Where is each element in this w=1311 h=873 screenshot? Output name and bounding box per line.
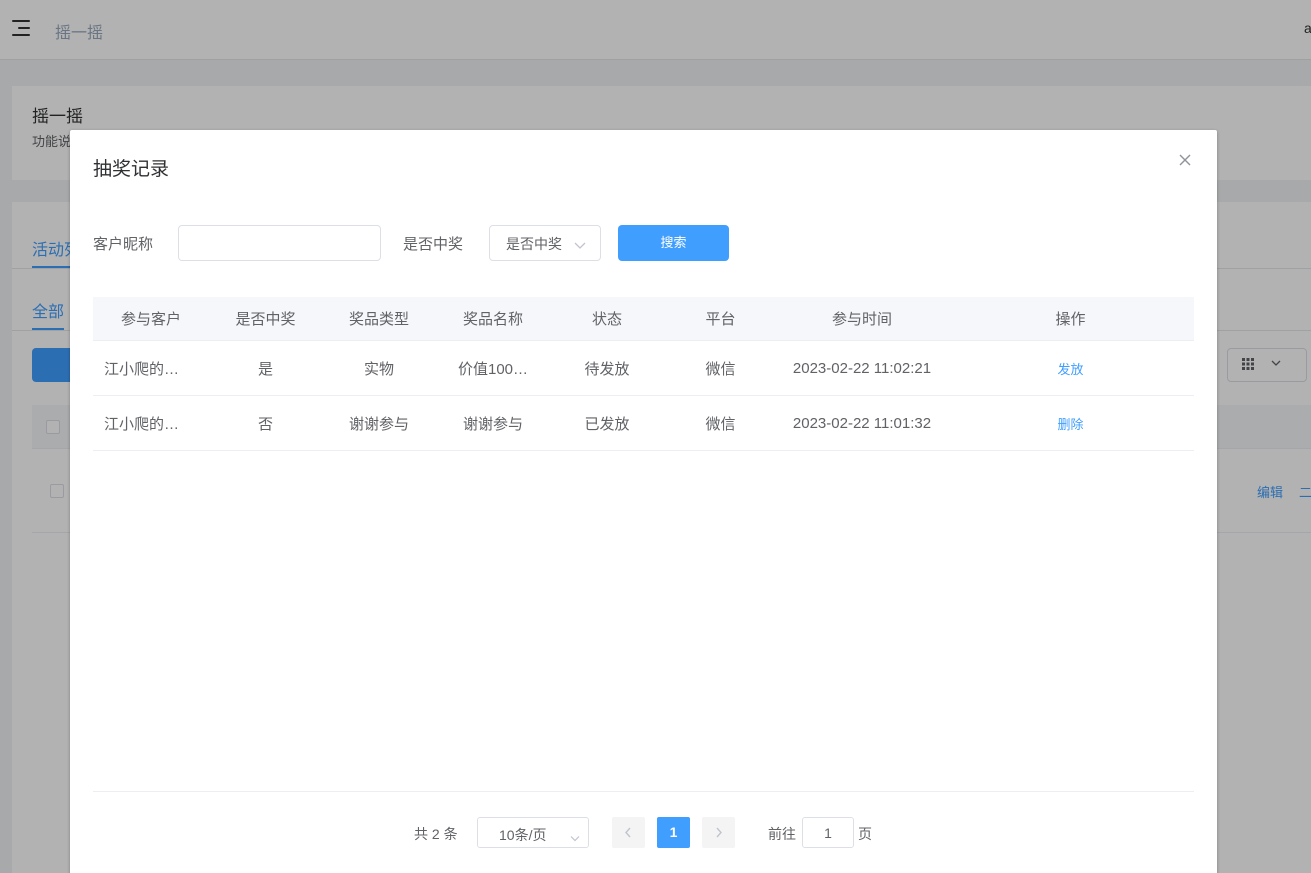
cell-platform: 微信 xyxy=(705,360,736,378)
records-table: 参与客户 是否中奖 奖品类型 奖品名称 状态 平台 参与时间 操作 江小爬的… … xyxy=(93,297,1194,451)
page-number-current[interactable]: 1 xyxy=(657,817,690,848)
table-row: 江小爬的… 是 实物 价值100… 待发放 微信 2023-02-22 11:0… xyxy=(93,341,1194,396)
cell-customer: 江小爬的… xyxy=(104,360,180,378)
cell-action: 删除 xyxy=(947,396,1194,450)
page-size-select[interactable]: 10条/页 xyxy=(477,817,589,848)
header-customer: 参与客户 xyxy=(120,311,181,328)
cell-time: 2023-02-22 11:01:32 xyxy=(792,414,932,432)
goto-page-input[interactable] xyxy=(802,817,854,848)
cell-status: 待发放 xyxy=(584,360,630,378)
cell-customer: 江小爬的… xyxy=(104,415,180,433)
cell-prize-name: 谢谢参与 xyxy=(462,415,523,433)
chevron-down-icon xyxy=(574,238,586,249)
cell-prize-type: 实物 xyxy=(363,360,394,378)
chevron-right-icon xyxy=(716,827,722,838)
nickname-input[interactable] xyxy=(178,225,381,261)
issue-prize-link[interactable]: 发放 xyxy=(1057,359,1083,378)
header-prize-name: 奖品名称 xyxy=(462,311,523,328)
chevron-left-icon xyxy=(625,827,631,838)
next-page-button[interactable] xyxy=(702,817,735,848)
cell-platform: 微信 xyxy=(705,415,736,433)
win-select[interactable]: 是否中奖 xyxy=(489,225,601,261)
pagination-total: 共 2 条 xyxy=(414,826,458,842)
header-win: 是否中奖 xyxy=(235,311,296,328)
close-icon[interactable] xyxy=(1177,152,1193,168)
delete-link[interactable]: 删除 xyxy=(1057,414,1083,433)
dialog-title: 抽奖记录 xyxy=(93,159,170,180)
header-platform: 平台 xyxy=(705,311,736,328)
win-label: 是否中奖 xyxy=(403,236,464,253)
header-action: 操作 xyxy=(1055,311,1086,328)
cell-status: 已发放 xyxy=(584,415,630,433)
pagination: 共 2 条 10条/页 1 前往 页 xyxy=(70,817,1217,849)
header-prize-type: 奖品类型 xyxy=(348,311,409,328)
cell-prize-name: 价值100… xyxy=(457,360,529,378)
cell-action: 发放 xyxy=(947,341,1194,395)
cell-win: 否 xyxy=(257,415,273,433)
chevron-down-icon xyxy=(570,830,580,842)
cell-time: 2023-02-22 11:02:21 xyxy=(792,359,932,377)
goto-label: 前往 xyxy=(768,826,796,842)
header-status: 状态 xyxy=(591,311,622,328)
nickname-label: 客户昵称 xyxy=(93,236,154,253)
table-row: 江小爬的… 否 谢谢参与 谢谢参与 已发放 微信 2023-02-22 11:0… xyxy=(93,396,1194,451)
win-select-value: 是否中奖 xyxy=(506,236,562,252)
prev-page-button[interactable] xyxy=(612,817,645,848)
search-button[interactable]: 搜索 xyxy=(618,225,729,261)
lottery-records-dialog: 抽奖记录 客户昵称 是否中奖 是否中奖 搜索 参与客户 是否中奖 奖品类型 奖品… xyxy=(70,130,1217,873)
page-size-value: 10条/页 xyxy=(499,827,547,843)
cell-prize-type: 谢谢参与 xyxy=(348,415,409,433)
table-bottom-divider xyxy=(93,791,1194,792)
header-time: 参与时间 xyxy=(831,311,892,328)
page-suffix: 页 xyxy=(858,826,872,842)
cell-win: 是 xyxy=(257,360,273,378)
table-header: 参与客户 是否中奖 奖品类型 奖品名称 状态 平台 参与时间 操作 xyxy=(93,297,1194,341)
